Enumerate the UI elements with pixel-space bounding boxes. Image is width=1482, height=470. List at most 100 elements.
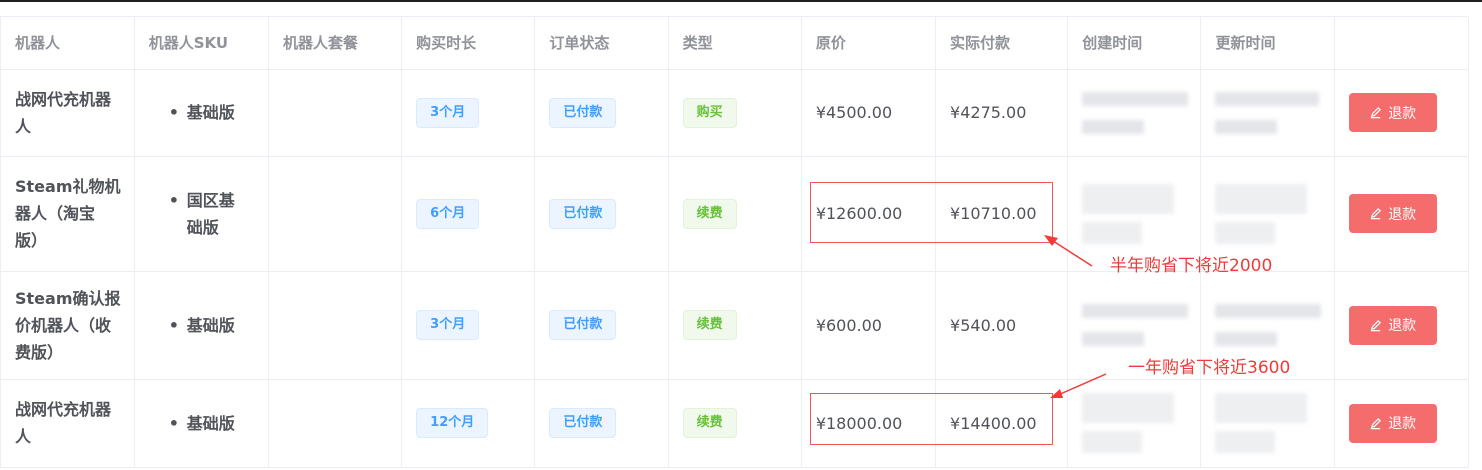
table-row: 战网代充机器 人 基础版 3个月 已付款 购买 ¥4500.00 ¥4275.0… [1, 69, 1470, 157]
column-header-actions [1334, 17, 1470, 70]
refund-button[interactable]: 退款 [1348, 305, 1437, 345]
package-cell [268, 379, 403, 468]
sku-cell: 国区基础版 [134, 156, 269, 272]
blurred-updated-time [1215, 393, 1308, 423]
paid-cell: ¥4275.00 [935, 69, 1069, 157]
duration-cell: 12个月 [401, 379, 536, 468]
blurred-updated-time [1215, 183, 1308, 214]
blurred-created-time [1082, 183, 1175, 214]
type-cell: 购买 [668, 69, 802, 157]
actions-cell: 退款 [1334, 379, 1470, 468]
refund-button-label: 退款 [1388, 416, 1417, 432]
column-header-paid[interactable]: 实际付款 [935, 17, 1069, 70]
type-tag: 续费 [682, 408, 737, 438]
original-price-cell: ¥600.00 [801, 271, 937, 380]
orders-table: 机器人 机器人SKU 机器人套餐 购买时长 订单状态 类型 原价 实际付款 创建… [0, 16, 1470, 468]
type-cell: 续费 [668, 271, 802, 380]
table-row: 战网代充机器 人 基础版 12个月 已付款 续费 ¥18000.00 ¥1440… [1, 379, 1470, 468]
duration-tag: 3个月 [416, 310, 480, 340]
blurred-created-time [1082, 221, 1143, 244]
column-header-status[interactable]: 订单状态 [534, 17, 669, 70]
blurred-created-time [1082, 304, 1189, 318]
type-cell: 续费 [668, 156, 802, 272]
refund-button[interactable]: 退款 [1348, 194, 1437, 233]
original-price: ¥4500.00 [815, 103, 893, 122]
annotation-half-year: 半年购省下将近2000 [1110, 256, 1273, 276]
robot-name-line: Steam礼物机 [15, 177, 121, 196]
robot-name-line: 人 [15, 427, 32, 446]
type-tag: 续费 [682, 198, 737, 229]
duration-tag: 3个月 [416, 97, 480, 128]
edit-pen-icon [1371, 319, 1382, 331]
duration-cell: 6个月 [401, 156, 536, 272]
robot-name-line: 器人（淘宝 [15, 204, 96, 223]
status-badge: 已付款 [549, 198, 617, 229]
column-header-updated[interactable]: 更新时间 [1200, 17, 1335, 70]
refund-button[interactable]: 退款 [1348, 93, 1437, 132]
blurred-created-time [1082, 91, 1189, 106]
sku-item: 基础版 [169, 99, 258, 126]
sku-cell: 基础版 [134, 69, 269, 157]
column-header-original-price[interactable]: 原价 [801, 17, 937, 70]
robot-name-line: Steam确认报 [15, 288, 121, 308]
column-header-type[interactable]: 类型 [668, 17, 802, 70]
blurred-created-time [1082, 119, 1145, 134]
sku-item: 基础版 [169, 312, 258, 339]
created-time-cell [1067, 69, 1202, 157]
type-tag: 续费 [682, 310, 737, 340]
duration-tag: 12个月 [416, 408, 489, 438]
duration-cell: 3个月 [401, 271, 536, 380]
edit-pen-icon [1371, 107, 1382, 119]
blurred-created-time [1082, 332, 1145, 346]
paid-cell: ¥540.00 [935, 271, 1069, 380]
sku-item-line: 础版 [186, 217, 219, 237]
duration-cell: 3个月 [401, 69, 536, 157]
robot-name-line: 战网代充机器 [15, 89, 112, 109]
paid-amount: ¥540.00 [950, 315, 1017, 335]
original-price: ¥600.00 [815, 315, 882, 335]
duration-tag: 6个月 [416, 198, 480, 229]
actions-cell: 退款 [1334, 156, 1470, 272]
refund-button-label: 退款 [1388, 206, 1417, 223]
package-cell [268, 69, 403, 157]
blurred-updated-time [1215, 304, 1322, 318]
robot-name-line: 价机器人（收 [15, 315, 112, 335]
column-header-created[interactable]: 创建时间 [1067, 17, 1202, 70]
sku-item: 基础版 [169, 410, 258, 437]
blurred-updated-time [1215, 221, 1276, 244]
highlight-box-one-year [810, 393, 1053, 445]
column-header-package[interactable]: 机器人套餐 [268, 17, 403, 70]
sku-item-line: 国区基 [186, 190, 235, 210]
edit-pen-icon [1371, 417, 1382, 429]
robot-cell: Steam礼物机 器人（淘宝 版） [1, 156, 135, 272]
type-cell: 续费 [668, 379, 802, 468]
refund-button-label: 退款 [1388, 318, 1417, 334]
actions-cell: 退款 [1334, 69, 1470, 157]
updated-time-cell [1200, 379, 1335, 468]
status-badge: 已付款 [549, 310, 617, 340]
status-badge: 已付款 [549, 408, 617, 438]
column-header-duration[interactable]: 购买时长 [401, 17, 536, 70]
highlight-box-half-year [810, 182, 1053, 243]
status-cell: 已付款 [534, 156, 669, 272]
status-cell: 已付款 [534, 271, 669, 380]
status-cell: 已付款 [534, 69, 669, 157]
blurred-updated-time [1215, 91, 1320, 106]
blurred-created-time [1082, 431, 1143, 453]
annotation-one-year: 一年购省下将近3600 [1128, 358, 1291, 378]
robot-name-line: 费版） [15, 342, 64, 362]
edit-pen-icon [1371, 208, 1382, 220]
sku-cell: 基础版 [134, 379, 269, 468]
sku-item: 国区基础版 [169, 187, 258, 241]
paid-amount: ¥4275.00 [950, 103, 1027, 122]
column-header-robot[interactable]: 机器人 [1, 17, 135, 70]
refund-button-label: 退款 [1388, 105, 1417, 122]
blurred-updated-time [1215, 332, 1278, 346]
refund-button[interactable]: 退款 [1348, 403, 1437, 443]
status-badge: 已付款 [549, 97, 617, 128]
column-header-sku[interactable]: 机器人SKU [134, 17, 269, 70]
blurred-created-time [1082, 393, 1175, 423]
table-header-row: 机器人 机器人SKU 机器人套餐 购买时长 订单状态 类型 原价 实际付款 创建… [1, 17, 1470, 70]
sku-cell: 基础版 [134, 271, 269, 380]
blurred-updated-time [1215, 119, 1278, 134]
